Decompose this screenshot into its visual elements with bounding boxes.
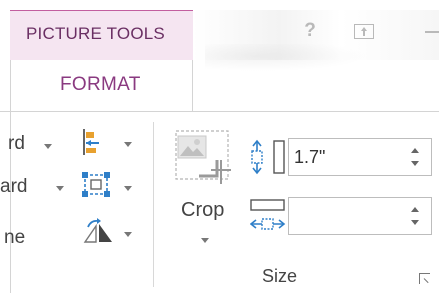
shape-height-input[interactable]: 1.7" [288, 138, 432, 176]
group-dropdown-icon[interactable] [124, 186, 132, 191]
width-decrease-icon[interactable] [411, 220, 419, 225]
rotate-icon[interactable] [82, 218, 116, 244]
width-increase-icon[interactable] [411, 207, 419, 212]
crop-icon[interactable] [175, 130, 233, 185]
picture-tools-ribbon: PICTURE TOOLS ? FORMAT rd ard ne Crop 1.… [0, 0, 439, 293]
help-icon[interactable]: ? [300, 20, 320, 42]
tab-format-label: FORMAT [60, 74, 141, 95]
selection-pane-label[interactable]: ne [4, 227, 25, 249]
crop-dropdown-icon[interactable] [201, 238, 209, 243]
minimize-icon[interactable] [425, 31, 439, 33]
send-backward-label[interactable]: ard [0, 176, 27, 198]
height-decrease-icon[interactable] [411, 161, 419, 166]
shape-height-icon [251, 139, 285, 175]
bring-forward-dropdown-icon[interactable] [44, 144, 52, 149]
group-separator [153, 122, 154, 287]
shape-width-icon [250, 199, 286, 230]
crop-button-label[interactable]: Crop [181, 199, 224, 222]
dialog-launcher-icon[interactable] [419, 273, 430, 284]
align-dropdown-icon[interactable] [124, 142, 132, 147]
send-backward-dropdown-icon[interactable] [56, 186, 64, 191]
group-icon[interactable] [82, 172, 112, 198]
align-icon[interactable] [82, 128, 106, 156]
contextual-group-label: PICTURE TOOLS [26, 24, 165, 43]
shape-width-input[interactable] [288, 197, 432, 235]
bring-forward-label[interactable]: rd [8, 133, 25, 155]
rotate-dropdown-icon[interactable] [124, 232, 132, 237]
size-group-label: Size [262, 266, 298, 286]
title-bar-decoration [205, 44, 385, 74]
height-increase-icon[interactable] [411, 148, 419, 153]
ribbon-display-icon[interactable] [354, 24, 374, 39]
shape-height-value: 1.7" [294, 147, 326, 167]
